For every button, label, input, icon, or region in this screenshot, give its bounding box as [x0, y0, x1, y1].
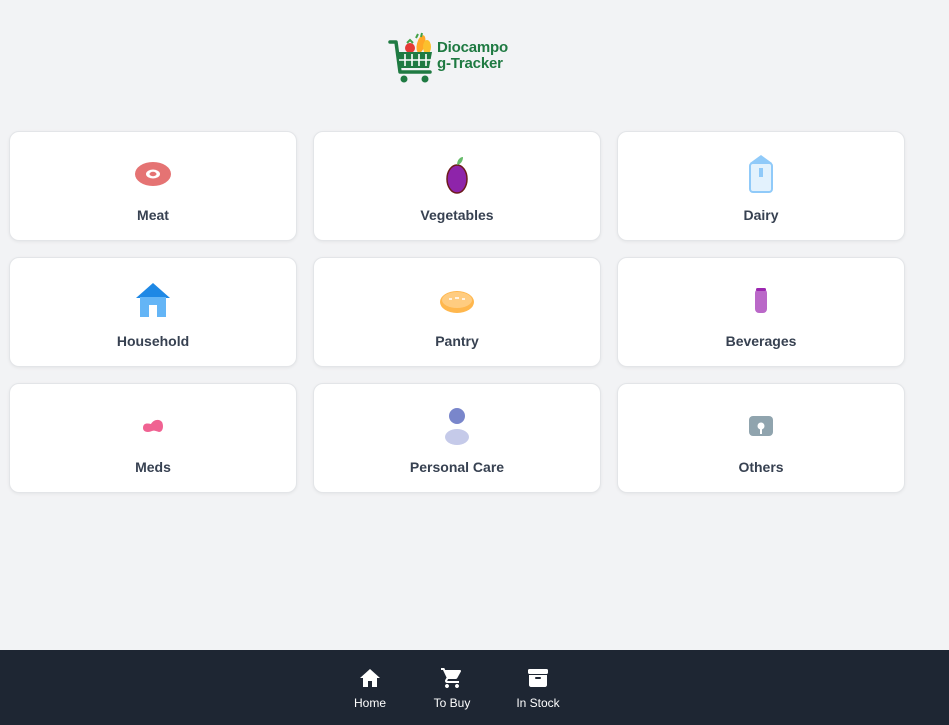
category-grid: Meat Vegetables Dairy Household Pantry B… — [9, 131, 905, 493]
house-icon — [133, 280, 173, 320]
nav-item-home[interactable]: Home — [335, 650, 405, 725]
nav-item-to-buy[interactable]: To Buy — [417, 650, 487, 725]
category-card-meat[interactable]: Meat — [9, 131, 297, 241]
category-card-household[interactable]: Household — [9, 257, 297, 367]
category-card-others[interactable]: Others — [617, 383, 905, 493]
meat-icon — [133, 154, 173, 194]
logo-line-1: Diocampo — [437, 39, 508, 56]
category-label: Meat — [137, 207, 169, 223]
category-card-personal-care[interactable]: Personal Care — [313, 383, 601, 493]
nav-label: In Stock — [516, 696, 560, 710]
category-card-vegetables[interactable]: Vegetables — [313, 131, 601, 241]
logo-text: Diocampo g-Tracker — [437, 40, 508, 72]
category-card-pantry[interactable]: Pantry — [313, 257, 601, 367]
milk-carton-icon — [741, 154, 781, 194]
shopping-cart-logo-icon — [388, 32, 432, 83]
category-label: Others — [738, 459, 784, 475]
bottom-nav: Home To Buy In Stock — [0, 650, 949, 725]
logo-line-2: g-Tracker — [437, 55, 503, 72]
archive-box-icon — [528, 669, 548, 687]
eggplant-icon — [437, 154, 477, 194]
category-label: Vegetables — [420, 207, 494, 223]
person-icon — [437, 406, 477, 446]
category-label: Household — [116, 333, 190, 349]
nav-item-in-stock[interactable]: In Stock — [503, 650, 573, 725]
category-label: Meds — [135, 459, 171, 475]
category-card-dairy[interactable]: Dairy — [617, 131, 905, 241]
pill-icon — [133, 406, 173, 446]
box-icon — [741, 406, 781, 446]
nav-label: Home — [353, 696, 386, 710]
shopping-cart-icon — [441, 668, 461, 688]
can-icon — [741, 280, 781, 320]
category-label: Beverages — [725, 333, 797, 349]
app-logo: Diocampo g-Tracker — [388, 32, 513, 86]
category-card-beverages[interactable]: Beverages — [617, 257, 905, 367]
category-card-meds[interactable]: Meds — [9, 383, 297, 493]
home-icon — [360, 669, 380, 687]
category-label: Dairy — [743, 207, 779, 223]
bread-icon — [437, 280, 477, 320]
category-label: Personal Care — [409, 459, 505, 475]
category-label: Pantry — [435, 333, 479, 349]
nav-label: To Buy — [433, 696, 471, 710]
